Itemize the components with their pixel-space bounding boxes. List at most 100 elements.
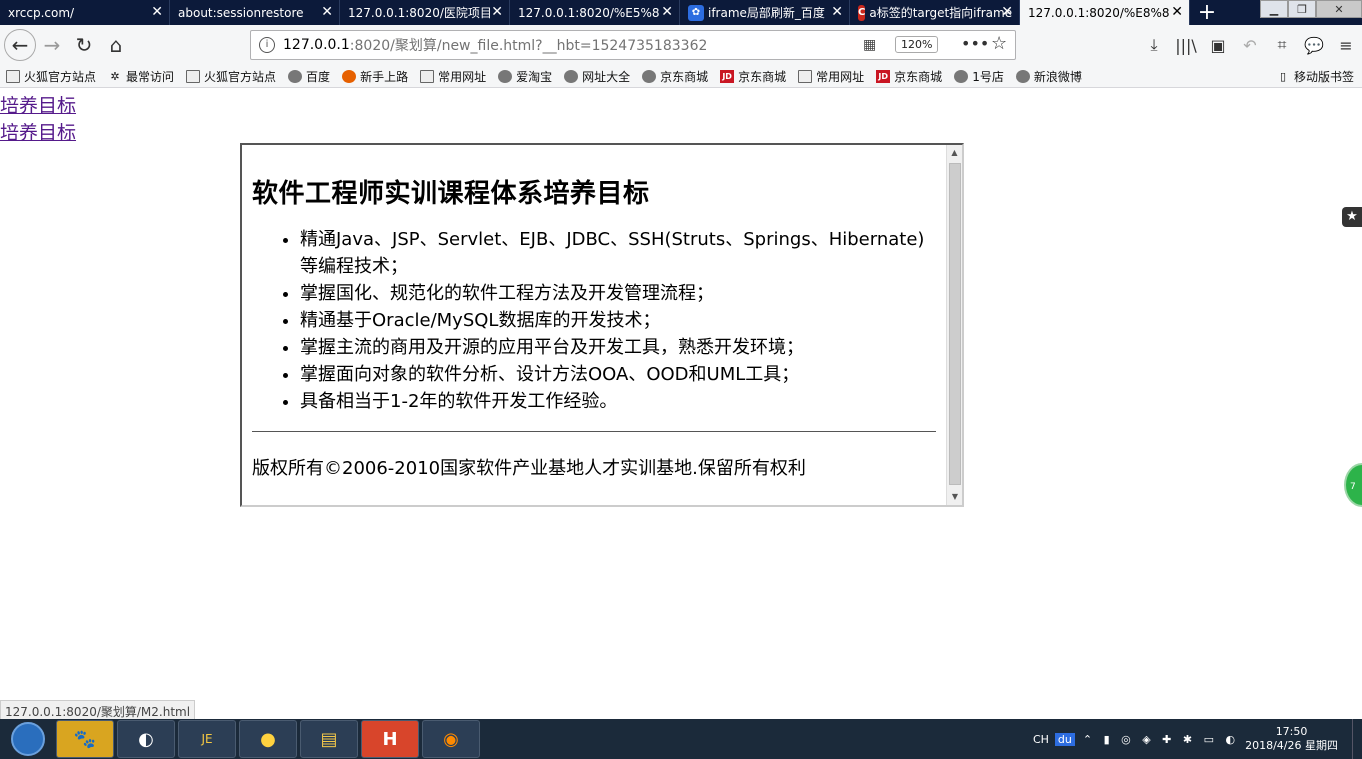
tab-2[interactable]: 127.0.0.1:8020/医院项目 ✕ xyxy=(340,0,510,25)
info-icon[interactable]: i xyxy=(259,37,275,53)
speed-badge-icon[interactable]: 7 xyxy=(1344,463,1362,507)
bookmark-label: 火狐官方站点 xyxy=(24,69,97,84)
eclipse-app-button[interactable]: ◐ xyxy=(117,720,175,758)
list-item: 掌握主流的商用及开源的应用平台及开发工具，熟悉开发环境； xyxy=(300,334,936,361)
bookmark-item[interactable]: 1号店 xyxy=(948,68,1010,85)
list-item: 掌握面向对象的软件分析、设计方法OOA、OOD和UML工具； xyxy=(300,361,936,388)
qr-code-icon[interactable]: ▦ xyxy=(863,37,876,53)
library-icon[interactable]: |||\ xyxy=(1170,36,1202,55)
close-icon[interactable]: ✕ xyxy=(831,4,843,20)
chat-icon[interactable]: 💬 xyxy=(1298,36,1330,55)
maximize-icon[interactable]: ❐ xyxy=(1288,0,1316,18)
url-host[interactable]: 127.0.0.1 xyxy=(283,37,350,53)
back-button[interactable]: ← xyxy=(4,29,36,61)
bookmark-label: 1号店 xyxy=(972,69,1004,84)
bookmark-item[interactable]: ✲ 最常访问 xyxy=(102,68,180,85)
globe-icon xyxy=(954,69,969,83)
baidu-app-button[interactable]: 🐾 xyxy=(56,720,114,758)
chat-app-button[interactable]: ● xyxy=(239,720,297,758)
goal-list: 精通Java、JSP、Servlet、EJB、JDBC、SSH(Struts、S… xyxy=(252,226,936,415)
reload-button[interactable]: ↻ xyxy=(68,29,100,61)
tab-0[interactable]: xrccp.com/ ✕ xyxy=(0,0,170,25)
clock[interactable]: 17:50 2018/4/26 星期四 xyxy=(1245,725,1338,753)
bookmark-item[interactable]: 常用网址 xyxy=(792,68,870,85)
folder-icon xyxy=(186,69,201,83)
close-icon[interactable]: ✕ xyxy=(321,4,333,20)
side-star-icon[interactable]: ★ xyxy=(1342,207,1362,227)
tab-bar: xrccp.com/ ✕ about:sessionrestore ✕ 127.… xyxy=(0,0,1362,25)
bookmark-label: 京东商城 xyxy=(660,69,709,84)
bookmark-item[interactable]: 网址大全 xyxy=(558,68,636,85)
undo-icon[interactable]: ↶ xyxy=(1234,36,1266,55)
bookmark-item[interactable]: JD 京东商城 xyxy=(714,68,792,85)
goal-link-2[interactable]: 培养目标 xyxy=(0,118,76,145)
bookmark-label: 京东商城 xyxy=(738,69,787,84)
java-ee-ide-button[interactable]: JE xyxy=(178,720,236,758)
globe-icon xyxy=(642,69,657,83)
close-icon[interactable]: ✕ xyxy=(491,4,503,20)
tray-icons[interactable]: ⌃ ▮ ◎ ◈ ✚ ✱ ▭ ◐ xyxy=(1083,733,1239,746)
window-close-icon[interactable]: ✕ xyxy=(1316,0,1362,18)
mobile-bookmarks[interactable]: ▯ 移动版书签 xyxy=(1270,68,1362,85)
folder-icon xyxy=(6,69,20,83)
bookmark-label: 火狐官方站点 xyxy=(204,69,277,84)
url-path[interactable]: :8020/聚划算/new_file.html?__hbt=1524735183… xyxy=(350,35,708,55)
scroll-thumb[interactable] xyxy=(949,163,961,485)
tab-label: xrccp.com/ xyxy=(8,5,75,20)
minimize-icon[interactable]: ▁ xyxy=(1260,0,1288,18)
baidu-ime-icon[interactable]: du xyxy=(1054,732,1075,746)
tab-4[interactable]: ✿ iframe局部刷新_百度 ✕ xyxy=(680,0,850,25)
iframe-title: 软件工程师实训课程体系培养目标 xyxy=(252,179,650,209)
bookmark-item[interactable]: 新浪微博 xyxy=(1010,68,1088,85)
forward-button[interactable]: → xyxy=(36,29,68,61)
bookmark-label: 新浪微博 xyxy=(1033,69,1082,84)
new-tab-button[interactable]: + xyxy=(1190,0,1224,25)
close-icon[interactable]: ✕ xyxy=(151,4,163,20)
windows-logo-icon xyxy=(11,722,45,756)
globe-icon xyxy=(288,69,303,83)
close-icon[interactable]: ✕ xyxy=(1171,4,1183,20)
folder-icon xyxy=(798,69,813,83)
tab-5[interactable]: C a标签的target指向iframe ✕ xyxy=(850,0,1020,25)
show-desktop-button[interactable] xyxy=(1352,719,1362,759)
iframe-scrollbar[interactable]: ▲ ▼ xyxy=(946,145,962,505)
firefox-taskbar-button[interactable]: ◉ xyxy=(422,720,480,758)
globe-icon xyxy=(1015,69,1030,83)
screenshot-crop-icon[interactable]: ⌗ xyxy=(1266,35,1298,55)
list-item: 精通Java、JSP、Servlet、EJB、JDBC、SSH(Struts、S… xyxy=(300,226,936,280)
zoom-level-button[interactable]: 120% xyxy=(895,36,939,53)
tab-6-active[interactable]: 127.0.0.1:8020/%E8%8 ✕ xyxy=(1020,0,1190,25)
bookmark-item[interactable]: 火狐官方站点 xyxy=(0,68,102,85)
goal-link-1[interactable]: 培养目标 xyxy=(0,91,76,118)
content-iframe[interactable]: 软件工程师实训课程体系培养目标 精通Java、JSP、Servlet、EJB、J… xyxy=(240,143,964,507)
page-actions-icon[interactable]: ••• xyxy=(961,34,989,53)
download-icon[interactable]: ⤓ xyxy=(1138,35,1170,55)
bookmark-item[interactable]: 火狐官方站点 xyxy=(180,68,282,85)
scroll-up-arrow-icon[interactable]: ▲ xyxy=(947,145,962,161)
tab-3[interactable]: 127.0.0.1:8020/%E5%8 ✕ xyxy=(510,0,680,25)
scroll-down-arrow-icon[interactable]: ▼ xyxy=(947,489,962,505)
hbuilder-button[interactable]: H xyxy=(361,720,419,758)
start-button[interactable] xyxy=(0,719,56,759)
url-bar[interactable]: i 127.0.0.1 :8020/聚划算/new_file.html?__hb… xyxy=(250,30,1016,60)
close-icon[interactable]: ✕ xyxy=(661,4,673,20)
bookmark-item[interactable]: 常用网址 xyxy=(414,68,492,85)
bookmark-star-icon[interactable]: ☆ xyxy=(991,33,1007,54)
close-icon[interactable]: ✕ xyxy=(1001,4,1013,20)
bookmark-label: 移动版书签 xyxy=(1293,69,1354,84)
home-button[interactable]: ⌂ xyxy=(100,29,132,61)
mobile-phone-icon: ▯ xyxy=(1279,69,1287,83)
bookmark-item[interactable]: 百度 xyxy=(282,68,336,85)
sidebar-icon[interactable]: ▣ xyxy=(1202,36,1234,55)
bookmark-item[interactable]: JD 京东商城 xyxy=(870,68,948,85)
ime-indicator[interactable]: CH xyxy=(1033,733,1049,746)
bookmark-item[interactable]: 爱淘宝 xyxy=(492,68,558,85)
file-explorer-button[interactable]: ▤ xyxy=(300,720,358,758)
nav-bar: ← → ↻ ⌂ i 127.0.0.1 :8020/聚划算/new_file.h… xyxy=(0,25,1362,65)
bookmark-item[interactable]: 京东商城 xyxy=(636,68,714,85)
bookmark-label: 百度 xyxy=(306,69,331,84)
menu-icon[interactable]: ≡ xyxy=(1330,36,1362,55)
tab-label: 127.0.0.1:8020/%E8%8 xyxy=(1028,5,1170,20)
bookmark-item[interactable]: 新手上路 xyxy=(336,68,414,85)
tab-1[interactable]: about:sessionrestore ✕ xyxy=(170,0,340,25)
